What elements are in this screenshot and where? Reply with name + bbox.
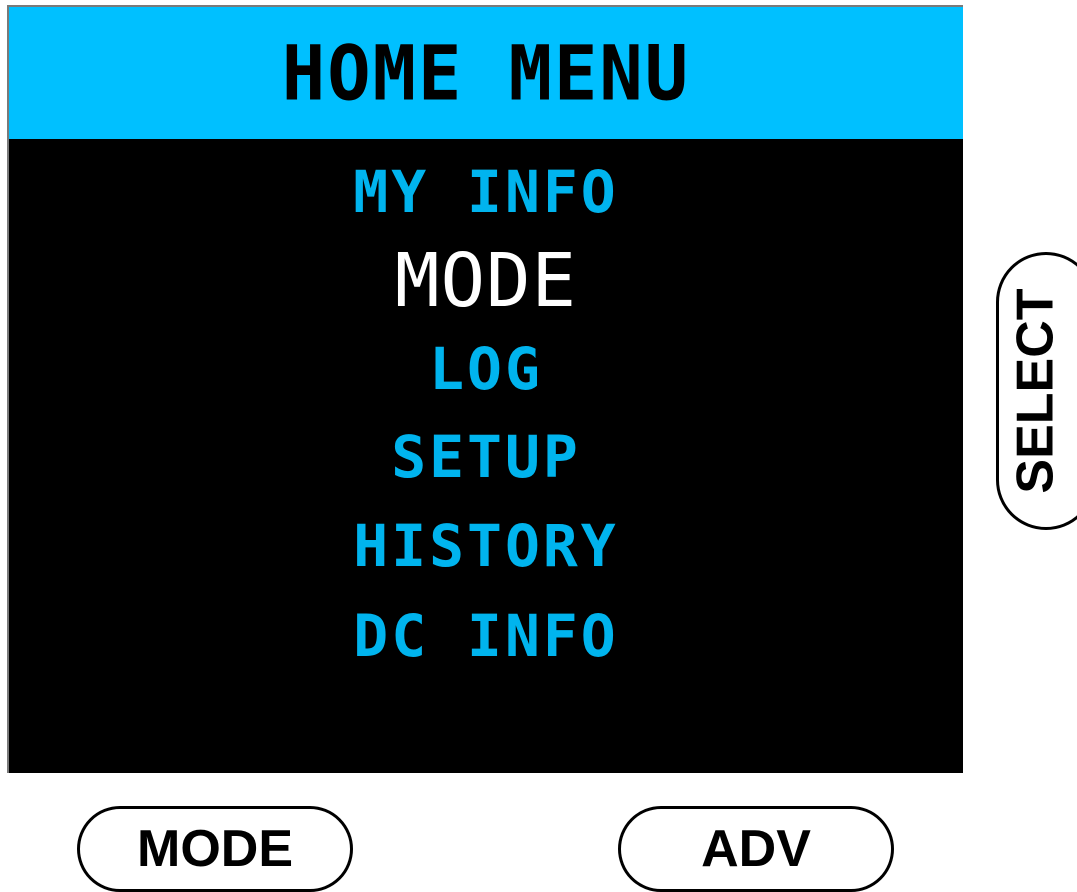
menu-item-my-info[interactable]: MY INFO [9,147,963,237]
device-screen: HOME MENU MY INFO MODE LOG SETUP HISTORY… [7,5,963,773]
title-bar: HOME MENU [9,7,963,139]
menu-item-dc-info[interactable]: DC INFO [9,591,963,681]
adv-button[interactable]: ADV [618,806,894,892]
menu-item-setup[interactable]: SETUP [9,413,963,501]
menu-item-mode[interactable]: MODE [9,237,963,325]
menu-title: HOME MENU [281,28,691,118]
mode-button[interactable]: MODE [77,806,353,892]
menu-item-history[interactable]: HISTORY [9,501,963,591]
select-button[interactable]: SELECT [996,252,1077,530]
adv-button-label: ADV [701,820,811,878]
mode-button-label: MODE [137,820,293,878]
select-button-label: SELECT [1007,288,1066,494]
home-menu-list: MY INFO MODE LOG SETUP HISTORY DC INFO [9,147,963,681]
menu-item-log[interactable]: LOG [9,325,963,413]
